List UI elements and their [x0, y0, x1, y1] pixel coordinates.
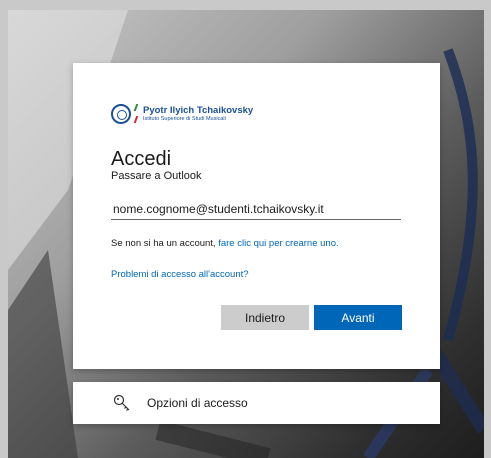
- signin-options-label: Opzioni di accesso: [147, 396, 248, 410]
- no-account-label: Se non si ha un account,: [111, 238, 219, 249]
- next-button[interactable]: Avanti: [314, 305, 402, 330]
- logo-text: Pyotr Ilyich Tchaikovsky Istituto Superi…: [143, 106, 253, 122]
- institution-logo: Pyotr Ilyich Tchaikovsky Istituto Superi…: [111, 100, 253, 128]
- email-field[interactable]: [111, 198, 401, 220]
- window-frame: Pyotr Ilyich Tchaikovsky Istituto Superi…: [0, 0, 491, 458]
- page-title: Accedi: [111, 148, 172, 170]
- account-problem-link[interactable]: Problemi di accesso all'account?: [111, 269, 249, 280]
- flag-icon: [133, 104, 140, 124]
- logo-subtitle: Istituto Superiore di Studi Musicali: [143, 115, 226, 122]
- page-subtitle: Passare a Outlook: [111, 170, 202, 182]
- signin-options-button[interactable]: Opzioni di accesso: [73, 382, 440, 424]
- signin-card: Pyotr Ilyich Tchaikovsky Istituto Superi…: [73, 63, 440, 369]
- no-account-text: Se non si ha un account, fare clic qui p…: [111, 238, 339, 249]
- seal-icon: [111, 104, 131, 124]
- back-button[interactable]: Indietro: [221, 305, 309, 330]
- key-icon: [113, 394, 130, 411]
- logo-name: Pyotr Ilyich Tchaikovsky: [143, 105, 254, 116]
- create-account-link[interactable]: fare clic qui per crearne uno.: [218, 238, 338, 249]
